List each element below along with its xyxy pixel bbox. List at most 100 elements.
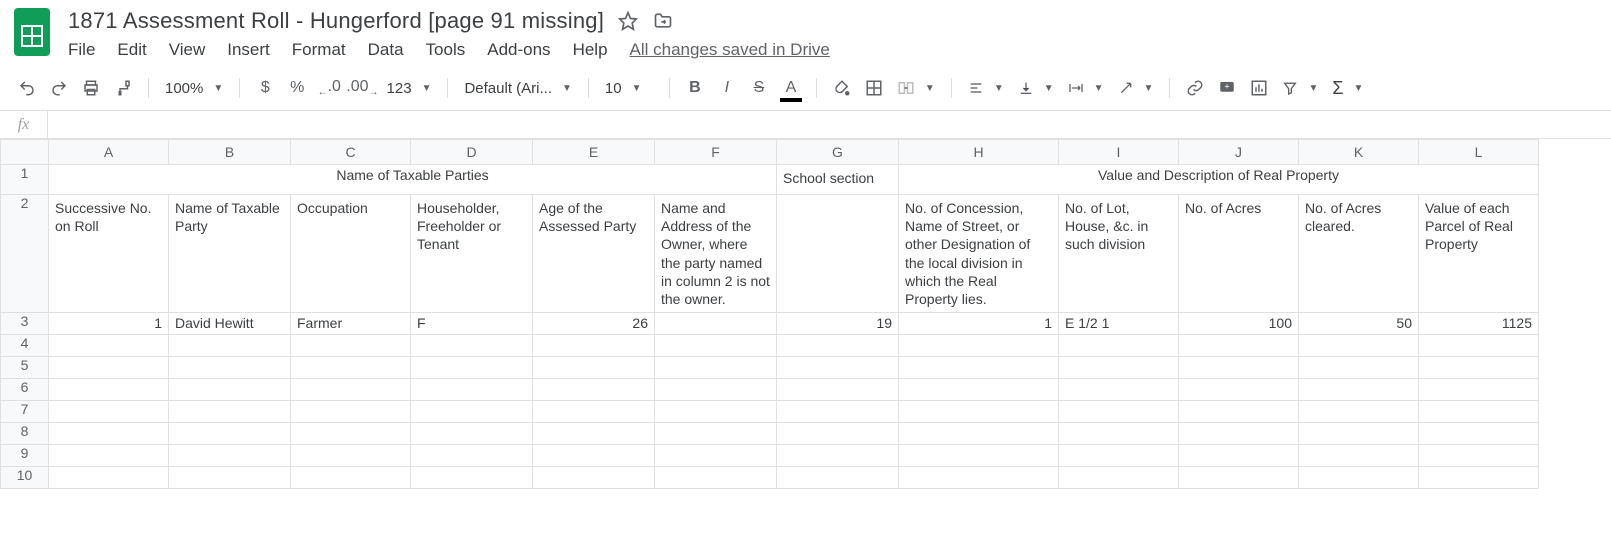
cell-D10[interactable] [411, 467, 533, 489]
cell-J5[interactable] [1179, 357, 1299, 379]
cell-A10[interactable] [49, 467, 169, 489]
cell-D8[interactable] [411, 423, 533, 445]
col-header-L[interactable]: L [1419, 140, 1539, 165]
cell-I5[interactable] [1059, 357, 1179, 379]
save-status[interactable]: All changes saved in Drive [630, 40, 830, 60]
col-header-D[interactable]: D [411, 140, 533, 165]
cell-F3[interactable] [655, 313, 777, 335]
cell-B4[interactable] [169, 335, 291, 357]
col-header-B[interactable]: B [169, 140, 291, 165]
menu-edit[interactable]: Edit [117, 40, 146, 60]
cell-H1-L1[interactable]: Value and Description of Real Property [899, 165, 1539, 195]
cell-L4[interactable] [1419, 335, 1539, 357]
cell-E8[interactable] [533, 423, 655, 445]
row-header-10[interactable]: 10 [1, 467, 49, 489]
cell-G7[interactable] [777, 401, 899, 423]
cell-E10[interactable] [533, 467, 655, 489]
cell-H4[interactable] [899, 335, 1059, 357]
row-header-7[interactable]: 7 [1, 401, 49, 423]
cell-F9[interactable] [655, 445, 777, 467]
cell-L5[interactable] [1419, 357, 1539, 379]
cell-F7[interactable] [655, 401, 777, 423]
cell-K6[interactable] [1299, 379, 1419, 401]
cell-D2[interactable]: Householder, Freeholder or Tenant [411, 195, 533, 313]
cell-G4[interactable] [777, 335, 899, 357]
cell-L2[interactable]: Value of each Parcel of Real Property [1419, 195, 1539, 313]
cell-J9[interactable] [1179, 445, 1299, 467]
cell-C3[interactable]: Farmer [291, 313, 411, 335]
cell-F4[interactable] [655, 335, 777, 357]
cell-A3[interactable]: 1 [49, 313, 169, 335]
cell-I10[interactable] [1059, 467, 1179, 489]
cell-E2[interactable]: Age of the Assessed Party [533, 195, 655, 313]
cell-E5[interactable] [533, 357, 655, 379]
merge-cells-button[interactable]: ▼ [891, 79, 941, 97]
row-header-8[interactable]: 8 [1, 423, 49, 445]
cell-I9[interactable] [1059, 445, 1179, 467]
cell-D5[interactable] [411, 357, 533, 379]
cell-B10[interactable] [169, 467, 291, 489]
borders-button[interactable] [859, 74, 889, 102]
font-select[interactable]: Default (Ari...▼ [458, 80, 577, 97]
cell-I2[interactable]: No. of Lot, House, &c. in such division [1059, 195, 1179, 313]
rotate-button[interactable]: ▼ [1112, 80, 1160, 96]
cell-F10[interactable] [655, 467, 777, 489]
cell-C9[interactable] [291, 445, 411, 467]
select-all-corner[interactable] [1, 140, 49, 165]
formula-input[interactable] [48, 111, 1611, 138]
cell-K5[interactable] [1299, 357, 1419, 379]
redo-button[interactable] [44, 74, 74, 102]
cell-L8[interactable] [1419, 423, 1539, 445]
menu-format[interactable]: Format [292, 40, 346, 60]
cell-J3[interactable]: 100 [1179, 313, 1299, 335]
cell-B5[interactable] [169, 357, 291, 379]
cell-G2[interactable] [777, 195, 899, 313]
col-header-K[interactable]: K [1299, 140, 1419, 165]
cell-F6[interactable] [655, 379, 777, 401]
menu-help[interactable]: Help [573, 40, 608, 60]
cell-B3[interactable]: David Hewitt [169, 313, 291, 335]
cell-D7[interactable] [411, 401, 533, 423]
cell-J8[interactable] [1179, 423, 1299, 445]
cell-G10[interactable] [777, 467, 899, 489]
cell-A2[interactable]: Successive No. on Roll [49, 195, 169, 313]
paint-format-button[interactable] [108, 74, 138, 102]
menu-addons[interactable]: Add-ons [487, 40, 550, 60]
cell-L7[interactable] [1419, 401, 1539, 423]
cell-K9[interactable] [1299, 445, 1419, 467]
format-percent-button[interactable]: % [282, 74, 312, 102]
cell-J6[interactable] [1179, 379, 1299, 401]
row-header-5[interactable]: 5 [1, 357, 49, 379]
cell-K7[interactable] [1299, 401, 1419, 423]
cell-C2[interactable]: Occupation [291, 195, 411, 313]
row-header-9[interactable]: 9 [1, 445, 49, 467]
cell-L10[interactable] [1419, 467, 1539, 489]
fill-color-button[interactable] [827, 74, 857, 102]
col-header-H[interactable]: H [899, 140, 1059, 165]
cell-G9[interactable] [777, 445, 899, 467]
undo-button[interactable] [12, 74, 42, 102]
col-header-A[interactable]: A [49, 140, 169, 165]
insert-chart-button[interactable] [1244, 74, 1274, 102]
cell-K8[interactable] [1299, 423, 1419, 445]
cell-B8[interactable] [169, 423, 291, 445]
col-header-F[interactable]: F [655, 140, 777, 165]
functions-button[interactable]: Σ▼ [1326, 78, 1369, 99]
cell-G3[interactable]: 19 [777, 313, 899, 335]
format-currency-button[interactable]: $ [250, 74, 280, 102]
menu-tools[interactable]: Tools [426, 40, 466, 60]
menu-file[interactable]: File [68, 40, 95, 60]
cell-E6[interactable] [533, 379, 655, 401]
cell-F5[interactable] [655, 357, 777, 379]
cell-J7[interactable] [1179, 401, 1299, 423]
col-header-J[interactable]: J [1179, 140, 1299, 165]
document-title[interactable]: 1871 Assessment Roll - Hungerford [page … [68, 8, 604, 34]
cell-E4[interactable] [533, 335, 655, 357]
number-format-select[interactable]: 123▼ [381, 80, 438, 97]
cell-A4[interactable] [49, 335, 169, 357]
row-header-1[interactable]: 1 [1, 165, 49, 195]
cell-A7[interactable] [49, 401, 169, 423]
cell-C4[interactable] [291, 335, 411, 357]
star-icon[interactable] [618, 11, 638, 31]
cell-J4[interactable] [1179, 335, 1299, 357]
